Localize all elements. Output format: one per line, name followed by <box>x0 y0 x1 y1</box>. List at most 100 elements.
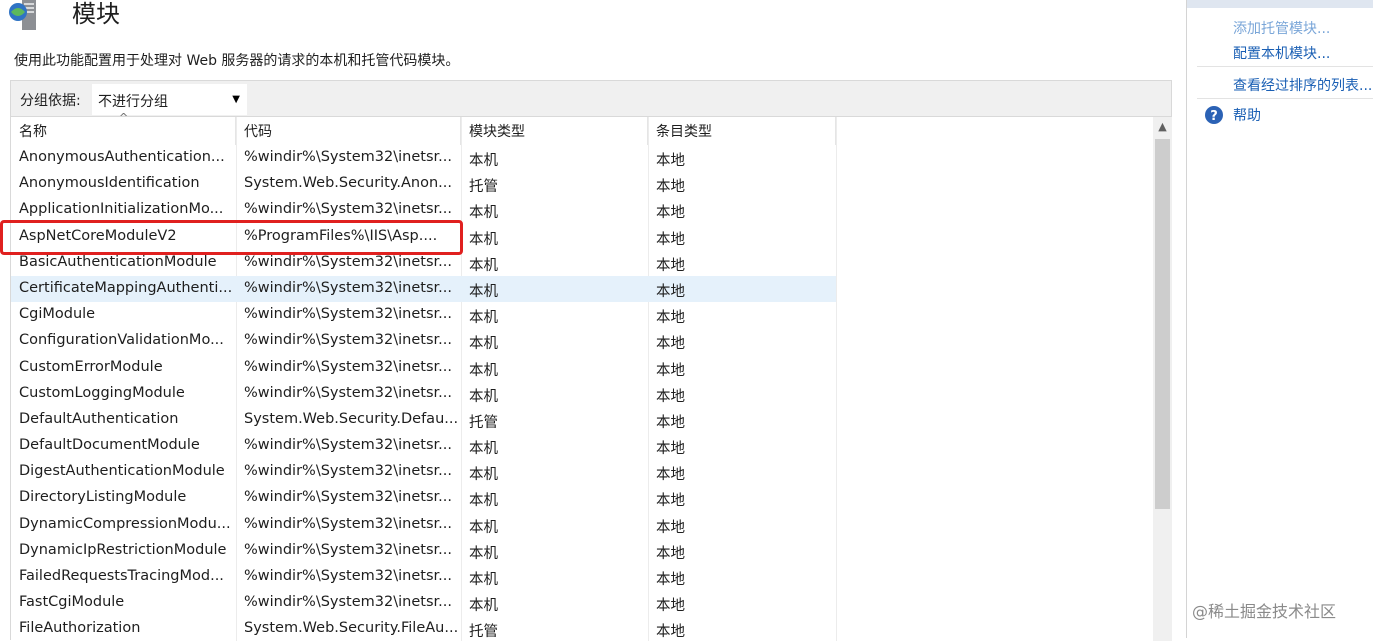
column-header-entry-type[interactable]: 条目类型 <box>648 117 836 145</box>
cell-name: DigestAuthenticationModule <box>19 463 225 480</box>
column-header-code-label: 代码 <box>244 124 272 140</box>
help-link[interactable]: 帮助 <box>1233 105 1261 125</box>
cell-name: DynamicIpRestrictionModule <box>19 541 227 558</box>
cell-module-type: 本机 <box>469 441 498 458</box>
cell-code: %windir%\System32\inetsr... <box>244 541 452 558</box>
actions-pane: 添加托管模块... 配置本机模块... 查看经过排序的列表... ? 帮助 <box>1186 0 1373 638</box>
cell-module-type: 托管 <box>469 624 498 641</box>
table-row[interactable]: FileAuthorization System.Web.Security.Fil… <box>11 616 836 642</box>
cell-code: System.Web.Security.FileAu... <box>244 620 459 637</box>
cell-module-type: 本机 <box>469 153 498 169</box>
view-ordered-list-link[interactable]: 查看经过排序的列表... <box>1233 75 1372 95</box>
table-row[interactable]: CgiModule %windir%\System32\inetsr... 本机 本地 <box>11 302 836 328</box>
table-row[interactable]: AnonymousAuthentication... %windir%\Syste… <box>11 145 836 171</box>
cell-code: %windir%\System32\inetsr... <box>244 306 452 323</box>
cell-name: DefaultAuthentication <box>19 410 179 427</box>
highlight-box-aspnetcore-row <box>0 220 463 255</box>
table-row[interactable]: DefaultDocumentModule %windir%\System32\i… <box>11 433 836 459</box>
table-row[interactable]: CertificateMappingAuthenti... %windir%\Sy… <box>11 275 836 303</box>
cell-code: %windir%\System32\inetsr... <box>244 594 452 611</box>
cell-module-type: 本机 <box>469 283 498 300</box>
cell-entry-type: 本地 <box>656 231 685 248</box>
cell-entry-type: 本地 <box>656 624 685 641</box>
table-row[interactable]: DefaultAuthentication System.Web.Security… <box>11 407 836 433</box>
column-header-name-label: 名称 <box>19 124 47 140</box>
svg-text:?: ? <box>1210 109 1218 124</box>
cell-name: AnonymousIdentification <box>19 175 200 192</box>
cell-name: CustomErrorModule <box>19 358 163 375</box>
cell-entry-type: 本地 <box>656 519 685 536</box>
cell-code: %windir%\System32\inetsr... <box>244 463 452 480</box>
cell-module-type: 本机 <box>469 519 498 536</box>
cell-module-type: 本机 <box>469 336 498 353</box>
cell-entry-type: 本地 <box>656 467 685 484</box>
cell-module-type: 本机 <box>469 467 498 484</box>
cell-entry-type: 本地 <box>656 441 685 458</box>
cell-module-type: 本机 <box>469 545 498 562</box>
cell-entry-type: 本地 <box>656 493 685 510</box>
table-row[interactable]: DirectoryListingModule %windir%\System32\… <box>11 485 836 511</box>
cell-module-type: 本机 <box>469 257 498 274</box>
cell-module-type: 本机 <box>469 205 498 222</box>
add-managed-module-link[interactable]: 添加托管模块... <box>1233 18 1330 38</box>
cell-entry-type: 本地 <box>656 414 685 431</box>
cell-entry-type: 本地 <box>656 545 685 562</box>
group-by-select[interactable]: 不进行分组 ▼ <box>92 84 247 115</box>
page-title: 模块 <box>72 0 120 28</box>
cell-module-type: 托管 <box>469 414 498 431</box>
cell-module-type: 本机 <box>469 388 498 405</box>
column-header-name[interactable]: 名称 ^ <box>11 111 236 145</box>
table-row[interactable]: DigestAuthenticationModule %windir%\Syste… <box>11 459 836 485</box>
scroll-thumb[interactable] <box>1155 139 1170 509</box>
cell-name: FailedRequestsTracingMod... <box>19 568 224 584</box>
vertical-scrollbar[interactable]: ▲ <box>1153 117 1172 641</box>
cell-name: AnonymousAuthentication... <box>19 149 225 165</box>
cell-name: FileAuthorization <box>19 620 141 637</box>
table-row[interactable]: CustomLoggingModule %windir%\System32\ine… <box>11 381 836 407</box>
cell-code: %windir%\System32\inetsr... <box>244 149 452 165</box>
cell-entry-type: 本地 <box>656 388 685 405</box>
dropdown-arrow-icon: ▼ <box>232 94 240 105</box>
cell-name: DynamicCompressionModu... <box>19 515 231 532</box>
cell-module-type: 本机 <box>469 493 498 510</box>
cell-module-type: 本机 <box>469 231 498 248</box>
scroll-up-icon[interactable]: ▲ <box>1153 117 1172 137</box>
cell-entry-type: 本地 <box>656 572 685 588</box>
cell-entry-type: 本地 <box>656 310 685 327</box>
cell-code: %windir%\System32\inetsr... <box>244 515 452 532</box>
table-row[interactable]: FastCgiModule %windir%\System32\inetsr...… <box>11 590 836 616</box>
table-row[interactable]: DynamicIpRestrictionModule %windir%\Syste… <box>11 538 836 564</box>
table-row[interactable]: FailedRequestsTracingMod... %windir%\Syst… <box>11 564 836 590</box>
column-header-entry-type-label: 条目类型 <box>656 124 712 140</box>
group-by-label: 分组依据: <box>20 93 81 109</box>
table-row[interactable]: ConfigurationValidationMo... %windir%\Sys… <box>11 328 836 354</box>
cell-module-type: 托管 <box>469 179 498 196</box>
page-description: 使用此功能配置用于处理对 Web 服务器的请求的本机和托管代码模块。 <box>14 53 460 69</box>
cell-name: CgiModule <box>19 306 96 323</box>
cell-name: CertificateMappingAuthenti... <box>19 279 233 296</box>
cell-entry-type: 本地 <box>656 362 685 379</box>
actions-header-strip <box>1187 0 1373 8</box>
watermark: @稀土掘金技术社区 <box>1192 602 1337 621</box>
cell-entry-type: 本地 <box>656 598 685 615</box>
configure-native-modules-link[interactable]: 配置本机模块... <box>1233 43 1330 63</box>
cell-code: System.Web.Security.Anon... <box>244 175 452 192</box>
group-by-value: 不进行分组 <box>98 94 168 110</box>
modules-grid: 分组依据: 不进行分组 ▼ 名称 ^ 代码 模块类型 条目类型 Anonymou… <box>10 80 1172 642</box>
column-header-module-type-label: 模块类型 <box>469 124 525 140</box>
column-header-module-type[interactable]: 模块类型 <box>461 117 648 145</box>
cell-code: %windir%\System32\inetsr... <box>244 279 452 296</box>
help-icon[interactable]: ? <box>1204 105 1224 125</box>
action-divider <box>1197 98 1373 99</box>
cell-entry-type: 本地 <box>656 153 685 169</box>
cell-code: %windir%\System32\inetsr... <box>244 332 452 349</box>
cell-code: %windir%\System32\inetsr... <box>244 384 452 401</box>
action-divider <box>1197 66 1373 67</box>
column-header-code[interactable]: 代码 <box>236 117 461 145</box>
cell-module-type: 本机 <box>469 572 498 588</box>
table-row[interactable]: DynamicCompressionModu... %windir%\System… <box>11 512 836 538</box>
table-row[interactable]: AnonymousIdentification System.Web.Securi… <box>11 171 836 197</box>
cell-code: %windir%\System32\inetsr... <box>244 568 452 584</box>
cell-module-type: 本机 <box>469 310 498 327</box>
table-row[interactable]: CustomErrorModule %windir%\System32\inets… <box>11 355 836 381</box>
